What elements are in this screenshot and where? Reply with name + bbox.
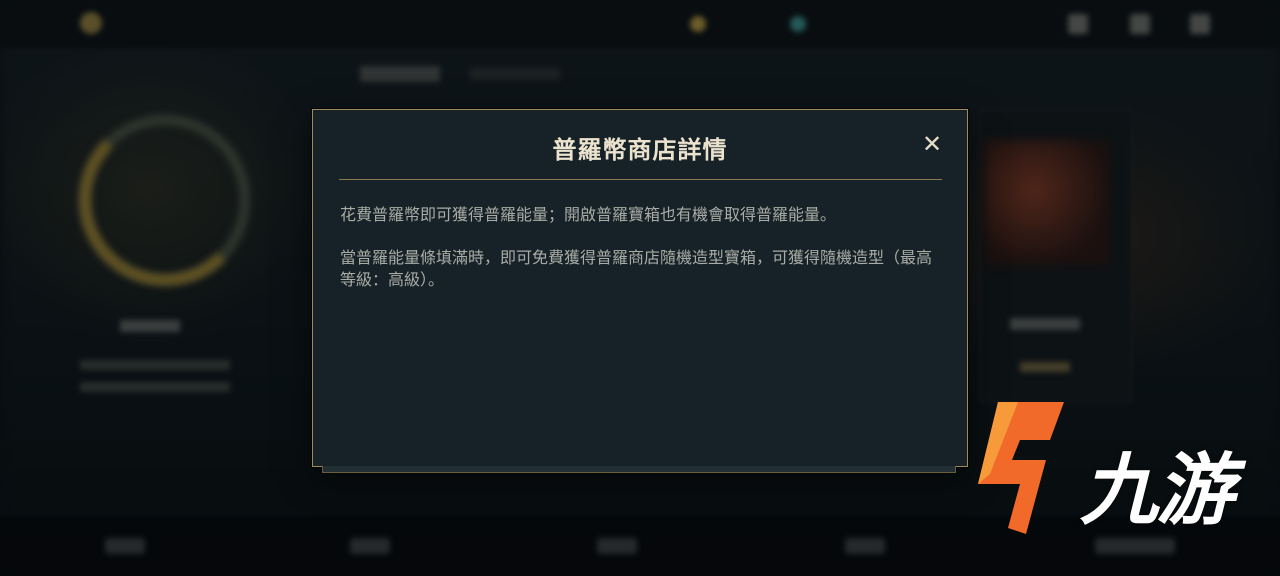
watermark-text: 九游 [1080,446,1234,536]
watermark-logo-icon [978,402,1064,534]
title-divider [339,179,942,180]
description-paragraph: 花費普羅幣即可獲得普羅能量；開啟普羅寶箱也有機會取得普羅能量。 [340,205,837,224]
dialog-bottom-edge [322,466,956,473]
dialog-title: 普羅幣商店詳情 [552,136,728,164]
close-icon[interactable]: ✕ [919,131,945,157]
description-paragraph: 當普羅能量條填滿時，即可免費獲得普羅商店隨機造型寶箱，可獲得隨機造型（最高等級：… [340,248,933,289]
